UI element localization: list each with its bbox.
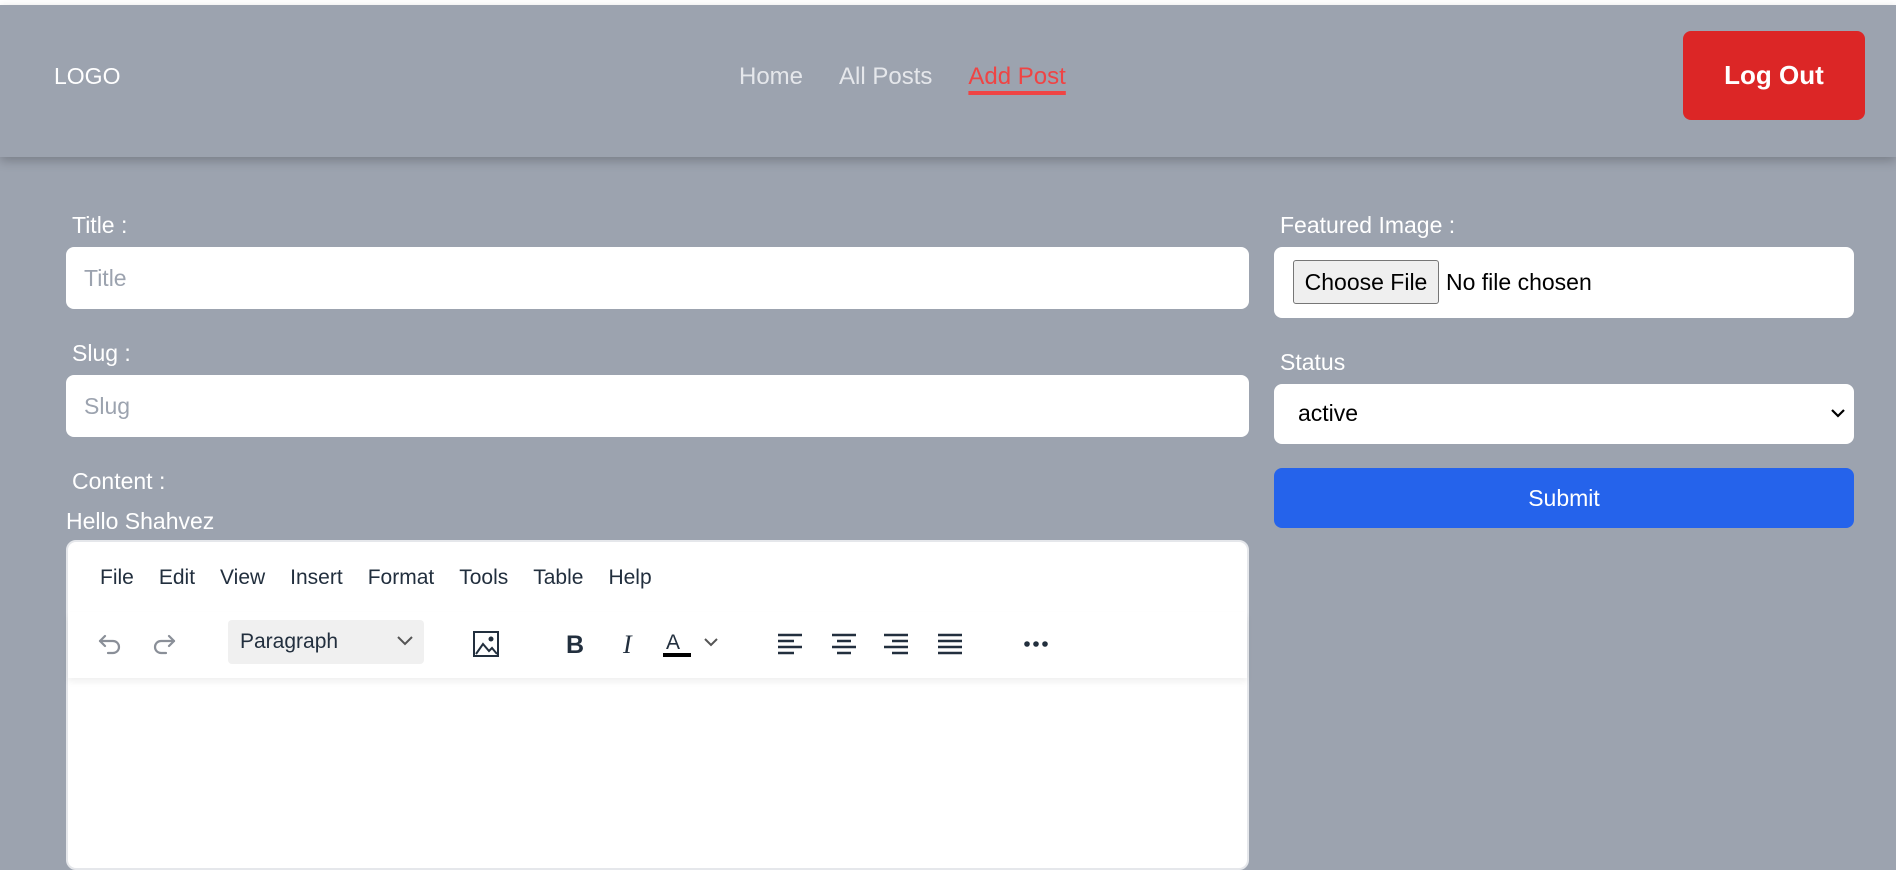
align-justify-icon[interactable] [928,622,972,666]
editor-toolbar: Paragraph B I A [68,612,1247,678]
greeting-text: Hello Shahvez [66,508,215,534]
title-label: Title : [72,212,128,238]
slug-label: Slug : [72,340,131,366]
text-color-icon[interactable]: A [658,622,726,666]
redo-icon[interactable] [142,622,186,666]
block-format-select[interactable]: Paragraph [228,620,424,664]
slug-input[interactable] [66,375,1249,437]
nav-add-post[interactable]: Add Post [968,63,1065,91]
align-right-icon[interactable] [874,622,918,666]
svg-text:A: A [666,631,680,654]
featured-image-input: Choose File No file chosen [1274,247,1854,318]
logout-button[interactable]: Log Out [1683,31,1865,120]
main-nav: Home All Posts Add Post [739,63,1066,91]
nav-home[interactable]: Home [739,63,803,91]
more-icon[interactable] [1014,622,1058,666]
nav-all-posts[interactable]: All Posts [839,63,932,91]
menu-insert[interactable]: Insert [290,566,343,590]
status-label: Status [1280,349,1346,375]
align-left-icon[interactable] [768,622,812,666]
svg-text:B: B [566,631,584,658]
site-header: LOGO Home All Posts Add Post Log Out [0,5,1896,157]
menu-table[interactable]: Table [533,566,583,590]
menu-help[interactable]: Help [608,566,651,590]
status-select-value: active [1298,400,1359,426]
rich-text-editor: File Edit View Insert Format Tools Table… [66,540,1249,870]
italic-icon[interactable]: I [606,622,650,666]
status-select[interactable]: active [1274,384,1854,444]
content-label: Content : [72,468,166,494]
featured-image-label: Featured Image : [1280,212,1456,238]
chevron-down-icon [1831,409,1845,418]
undo-icon[interactable] [88,622,132,666]
title-input[interactable] [66,247,1249,309]
menu-tools[interactable]: Tools [459,566,508,590]
editor-menubar: File Edit View Insert Format Tools Table… [100,566,652,590]
logo: LOGO [54,63,121,89]
menu-file[interactable]: File [100,566,134,590]
bold-icon[interactable]: B [552,622,596,666]
submit-button[interactable]: Submit [1274,468,1854,528]
svg-text:I: I [622,630,633,658]
menu-view[interactable]: View [220,566,265,590]
image-icon[interactable] [464,622,508,666]
chevron-down-icon [397,636,413,646]
block-format-value: Paragraph [240,630,339,653]
menu-format[interactable]: Format [368,566,435,590]
menu-edit[interactable]: Edit [159,566,195,590]
align-center-icon[interactable] [822,622,866,666]
file-status-text: No file chosen [1446,269,1592,295]
choose-file-button[interactable]: Choose File [1293,260,1439,304]
